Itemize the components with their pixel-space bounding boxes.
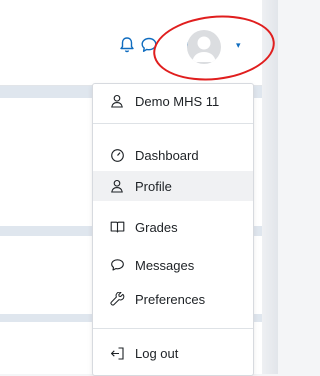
menu-item-user-name[interactable]: Demo MHS 11 — [93, 86, 253, 116]
menu-divider — [93, 328, 253, 329]
logout-door-icon — [107, 344, 127, 362]
menu-item-label: Grades — [135, 219, 178, 235]
menu-item-label: Preferences — [135, 291, 206, 307]
user-person-icon — [107, 92, 127, 110]
menu-item-grades[interactable]: Grades — [93, 212, 253, 242]
menu-divider — [93, 123, 253, 124]
dashboard-gauge-icon — [107, 146, 127, 164]
messages-bubble-icon — [107, 256, 127, 274]
menu-item-profile[interactable]: Profile — [93, 171, 253, 201]
grades-book-icon — [107, 218, 127, 236]
menu-item-preferences[interactable]: Preferences — [93, 284, 253, 314]
menu-item-label: Dashboard — [135, 147, 199, 163]
menu-item-dashboard[interactable]: Dashboard — [93, 140, 253, 170]
menu-item-label: Demo MHS 11 — [135, 93, 220, 109]
notification-bell-icon[interactable] — [116, 34, 138, 56]
preferences-wrench-icon — [107, 290, 127, 308]
user-menu-dropdown: Demo MHS 11 Dashboard Profile Grades Mes… — [92, 83, 254, 376]
profile-person-icon — [107, 177, 127, 195]
menu-item-logout[interactable]: Log out — [93, 338, 253, 368]
menu-item-label: Messages — [135, 257, 195, 273]
menu-item-label: Log out — [135, 345, 179, 361]
menu-item-label: Profile — [135, 178, 172, 194]
menu-item-messages[interactable]: Messages — [93, 250, 253, 280]
